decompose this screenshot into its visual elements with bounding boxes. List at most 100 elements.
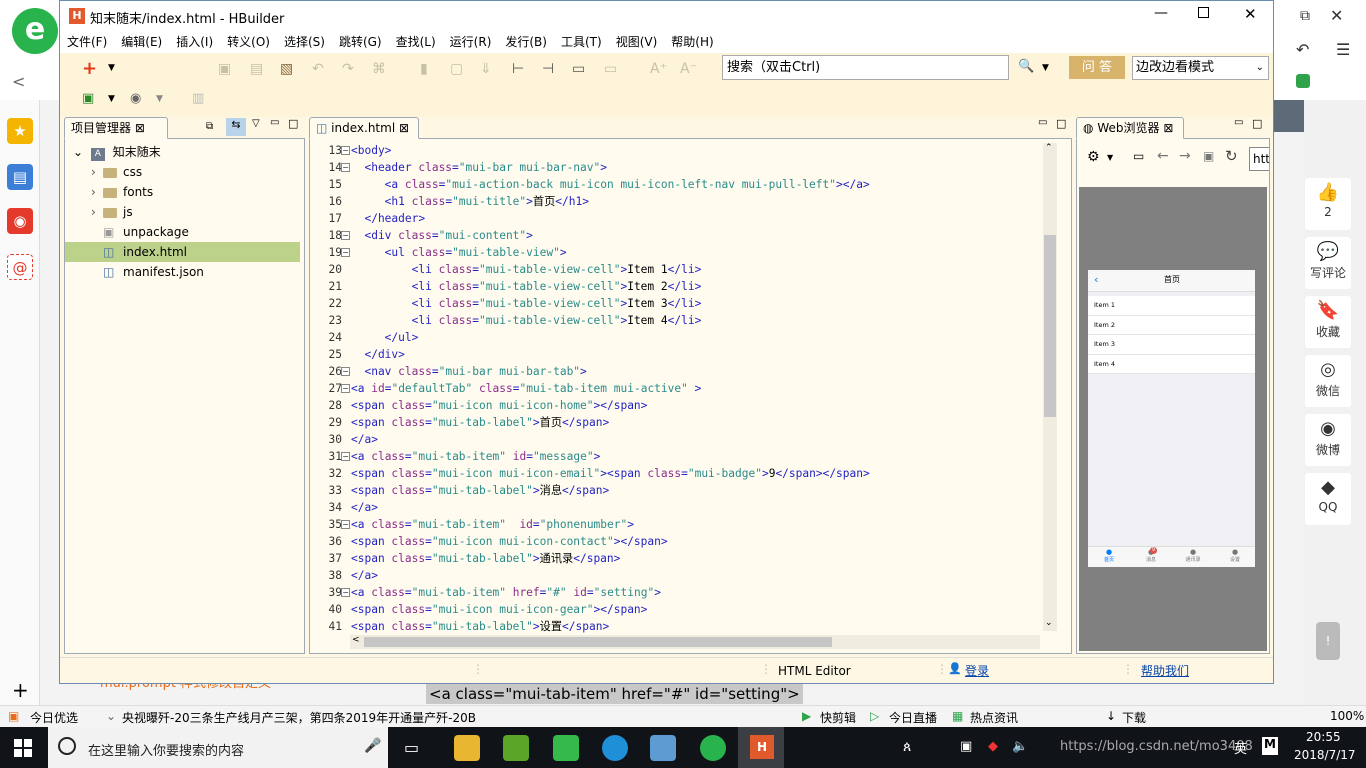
- preview-tab[interactable]: ● 通讯录: [1172, 548, 1214, 563]
- preview-icon[interactable]: ▧: [280, 61, 293, 77]
- menu-item[interactable]: 工具(T): [554, 31, 609, 53]
- tree-item[interactable]: ▣ unpackage: [65, 222, 300, 242]
- tree-item[interactable]: › js: [65, 202, 300, 222]
- menu-item[interactable]: 运行(R): [443, 31, 499, 53]
- microphone-icon[interactable]: 🎤: [364, 738, 381, 754]
- clock-time[interactable]: 20:55: [1306, 730, 1341, 744]
- close-icon[interactable]: ⊠: [1163, 121, 1173, 135]
- news-item[interactable]: 快剪辑: [820, 709, 856, 726]
- back-arrow-icon[interactable]: <: [12, 72, 25, 91]
- tool-icon[interactable]: ⊢: [512, 61, 524, 77]
- news-headline[interactable]: 央视曝歼-20三条生产线月产三架，第四条2019年开通量产歼-20B: [122, 709, 476, 726]
- tab-index-html[interactable]: ◫ index.html ⊠: [309, 117, 419, 139]
- report-icon[interactable]: !: [1316, 622, 1340, 660]
- close-icon[interactable]: ⊠: [399, 121, 409, 135]
- maximize-pane-icon[interactable]: □: [1252, 117, 1262, 130]
- tree-item[interactable]: ◫ manifest.json: [65, 262, 300, 282]
- hbuilder-taskbar-item[interactable]: H: [738, 727, 784, 768]
- tray-icon[interactable]: ◆: [988, 739, 998, 754]
- dropdown-arrow-icon[interactable]: ▼: [108, 63, 115, 73]
- volume-icon[interactable]: 🔈: [1012, 739, 1028, 754]
- help-link[interactable]: 帮助我们: [1141, 662, 1189, 679]
- menu-item[interactable]: 插入(I): [169, 31, 220, 53]
- format-icon[interactable]: ⌘: [372, 61, 386, 77]
- news-item[interactable]: 下载: [1122, 709, 1146, 726]
- tool-icon[interactable]: ⇓: [480, 61, 492, 77]
- fold-toggle-icon[interactable]: −: [341, 163, 350, 172]
- search-icon[interactable]: 🔍: [1018, 59, 1034, 74]
- view-menu-icon[interactable]: ▽: [252, 118, 260, 129]
- font-larger-icon[interactable]: A⁺: [650, 61, 667, 77]
- console-icon[interactable]: ▭: [1133, 149, 1144, 163]
- fold-toggle-icon[interactable]: −: [341, 588, 350, 597]
- windows-start-icon[interactable]: [14, 739, 32, 757]
- stop-icon[interactable]: ▣: [1203, 149, 1214, 163]
- fold-toggle-icon[interactable]: −: [341, 384, 350, 393]
- minimize-icon[interactable]: —: [1154, 5, 1168, 21]
- menu-icon[interactable]: ☰: [1336, 40, 1350, 59]
- maximize-icon[interactable]: [1198, 7, 1209, 18]
- preview-tab[interactable]: ● 首页: [1088, 548, 1130, 563]
- minimize-pane-icon[interactable]: ▭: [270, 117, 279, 128]
- maximize-pane-icon[interactable]: □: [288, 117, 298, 130]
- tree-item[interactable]: › css: [65, 162, 300, 182]
- tree-item[interactable]: ◫ index.html: [65, 242, 300, 262]
- tool-icon[interactable]: ▭: [572, 61, 585, 77]
- tab-project-manager[interactable]: 项目管理器 ⊠: [64, 117, 168, 139]
- news-item[interactable]: 今日直播: [889, 709, 937, 726]
- collapse-icon[interactable]: ⧉: [206, 121, 213, 132]
- login-link[interactable]: 登录: [965, 662, 989, 679]
- today-picks[interactable]: 今日优选: [30, 709, 78, 726]
- menu-item[interactable]: 视图(V): [609, 31, 665, 53]
- font-smaller-icon[interactable]: A⁻: [680, 61, 697, 77]
- undo-icon[interactable]: ↶: [312, 61, 324, 77]
- task-view-icon[interactable]: ▭: [404, 738, 419, 757]
- mail-icon[interactable]: @: [7, 254, 33, 280]
- app-icon[interactable]: [503, 735, 529, 761]
- minimize-pane-icon[interactable]: ▭: [1234, 117, 1243, 128]
- fold-toggle-icon[interactable]: −: [341, 248, 350, 257]
- run-icon[interactable]: ▣: [82, 91, 94, 106]
- scroll-left-icon[interactable]: <: [352, 635, 360, 645]
- file-explorer-icon[interactable]: [454, 735, 480, 761]
- people-icon[interactable]: ጰ: [903, 739, 911, 755]
- maximize-pane-icon[interactable]: □: [1056, 117, 1066, 130]
- hscroll-thumb[interactable]: [364, 637, 832, 647]
- menu-item[interactable]: 跳转(G): [332, 31, 389, 53]
- taskbar-search-box[interactable]: 在这里输入你要搜索的内容 🎤: [48, 727, 388, 768]
- tree-root[interactable]: ⌄ A 知末随末: [73, 142, 161, 162]
- redo-icon[interactable]: ↷: [342, 61, 354, 77]
- side-action-button[interactable]: 👍 2: [1305, 178, 1351, 230]
- minimize-pane-icon[interactable]: ▭: [1038, 117, 1047, 128]
- app-icon[interactable]: [602, 735, 628, 761]
- tray-icon[interactable]: ▣: [960, 739, 972, 754]
- ime-icon[interactable]: M: [1262, 737, 1278, 755]
- tree-item[interactable]: › fonts: [65, 182, 300, 202]
- favorites-star-icon[interactable]: ★: [7, 118, 33, 144]
- fold-toggle-icon[interactable]: −: [341, 520, 350, 529]
- photos-icon[interactable]: [650, 735, 676, 761]
- browser-run-icon[interactable]: ◉: [130, 91, 141, 106]
- preview-tab[interactable]: ● 设置: [1214, 548, 1256, 563]
- back-arrow-icon[interactable]: ‹: [1094, 273, 1098, 286]
- refresh-icon[interactable]: ↻: [1225, 147, 1238, 165]
- tool-icon[interactable]: ▭: [604, 61, 617, 77]
- side-action-button[interactable]: ◉ 微博: [1305, 414, 1351, 466]
- clock-date[interactable]: 2018/7/17: [1294, 748, 1356, 762]
- dropdown-arrow-icon[interactable]: ▼: [1107, 153, 1113, 162]
- preview-list-item[interactable]: Item 4: [1088, 355, 1255, 374]
- close-icon[interactable]: ⊠: [135, 121, 145, 135]
- fold-toggle-icon[interactable]: −: [341, 231, 350, 240]
- menu-item[interactable]: 发行(B): [498, 31, 554, 53]
- link-editor-icon[interactable]: ⇆: [226, 118, 246, 136]
- settings-gear-icon[interactable]: ⚙: [1087, 149, 1100, 165]
- menu-item[interactable]: 编辑(E): [114, 31, 169, 53]
- url-input[interactable]: htt: [1249, 147, 1269, 171]
- close-window-icon[interactable]: ✕: [1244, 5, 1257, 23]
- app-icon[interactable]: [553, 735, 579, 761]
- search-dropdown-icon[interactable]: ▼: [1042, 63, 1049, 73]
- input-language[interactable]: 英: [1234, 738, 1247, 757]
- new-file-icon[interactable]: +: [82, 58, 97, 79]
- side-action-button[interactable]: ◆ QQ: [1305, 473, 1351, 525]
- search-input[interactable]: 搜索（双击Ctrl): [722, 55, 1009, 80]
